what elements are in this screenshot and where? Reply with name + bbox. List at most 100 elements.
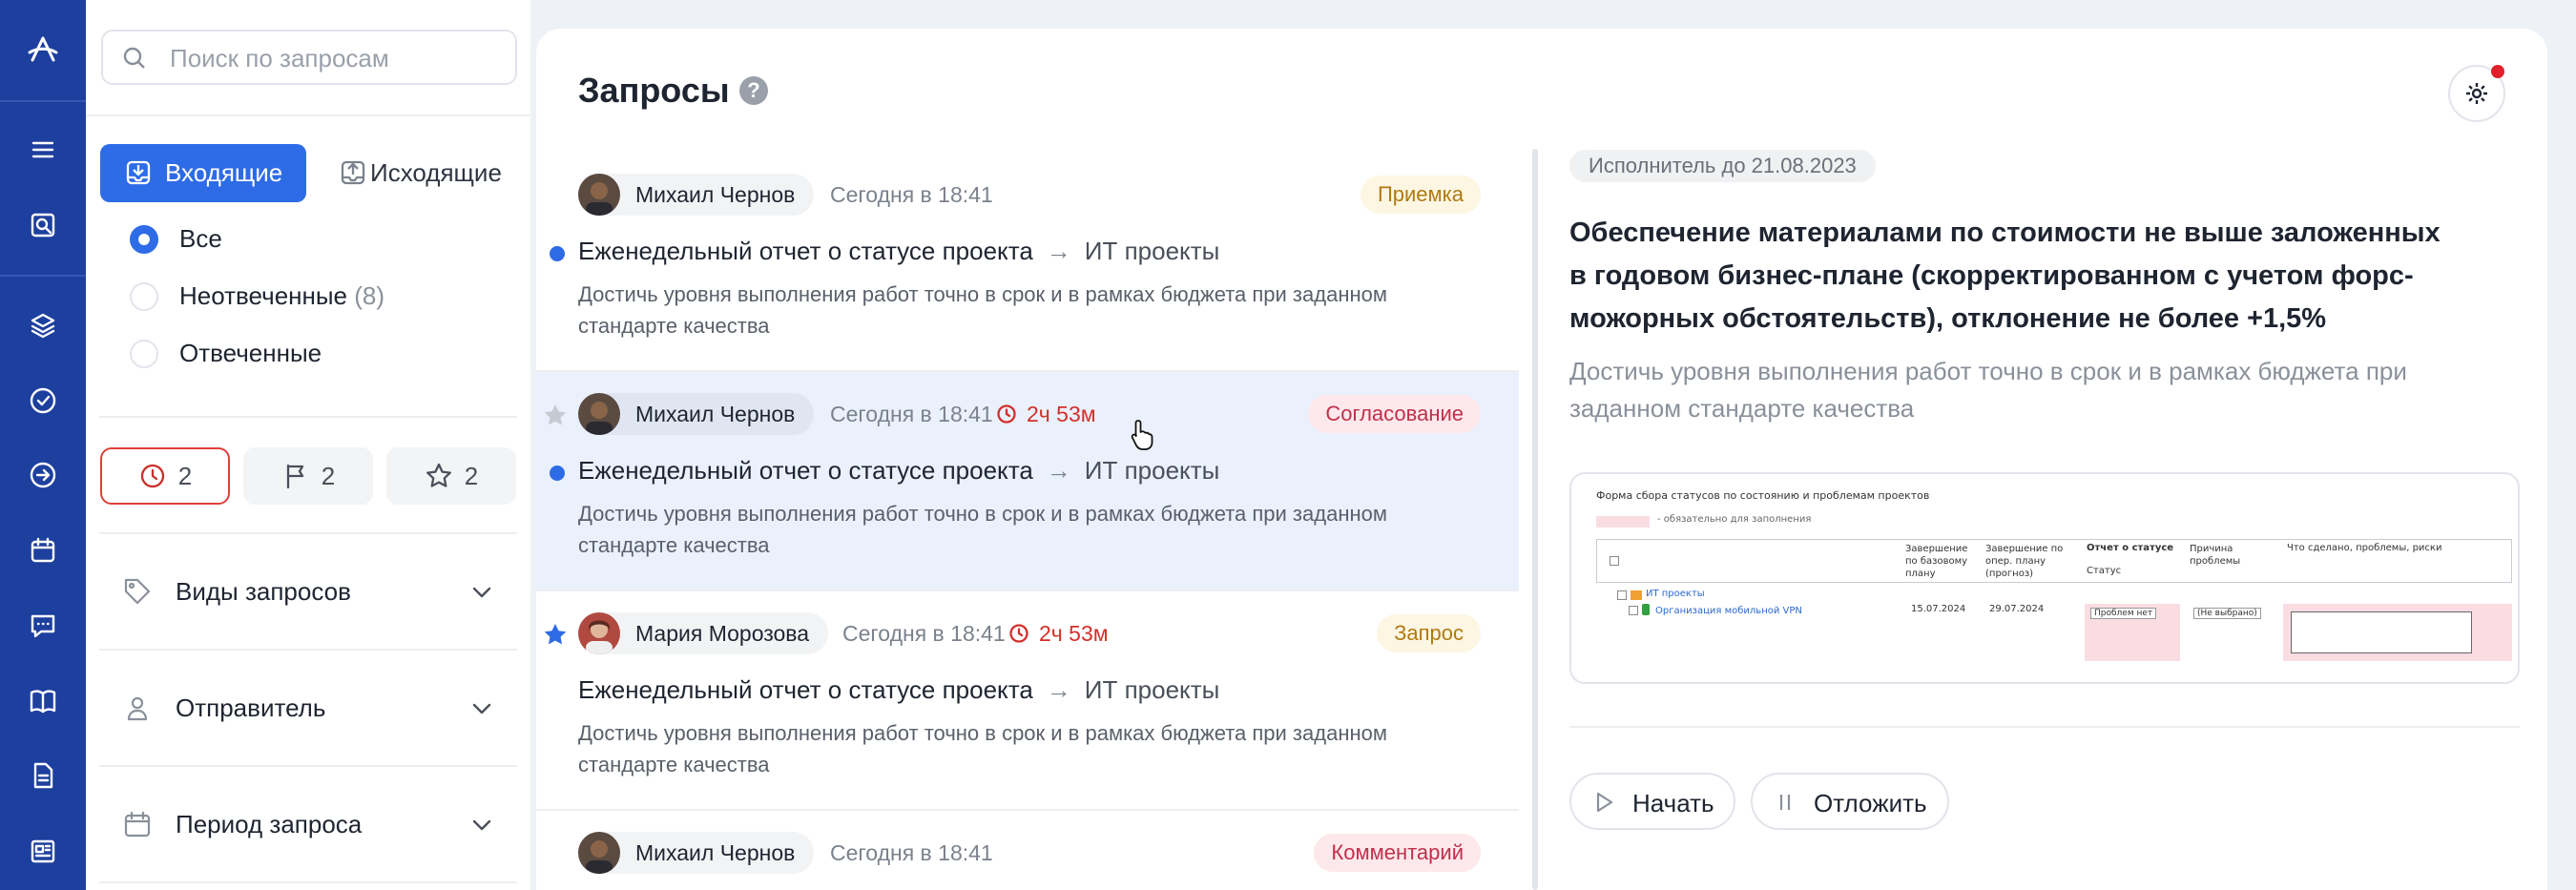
col-plan: Завершение по базовому плану bbox=[1905, 544, 1968, 579]
project-name: ИТ проекты bbox=[1084, 237, 1220, 265]
request-item-selected[interactable]: Михаил Чернов Сегодня в 18:41 2ч 53м Сог… bbox=[536, 372, 1519, 591]
request-subject-text: Еженедельный отчет о статусе проекта bbox=[578, 456, 1033, 485]
filter-request-types-label: Виды запросов bbox=[176, 577, 351, 606]
request-item[interactable]: Михаил Чернов Сегодня в 18:41 Комментари… bbox=[536, 811, 1519, 890]
chevron-down-icon bbox=[472, 703, 491, 714]
radio-answered-indicator[interactable] bbox=[130, 340, 158, 368]
detail-description: Достичь уровня выполнения работ точно в … bbox=[1569, 357, 2407, 423]
help-icon[interactable]: ? bbox=[739, 76, 768, 105]
preview-title: Форма сбора статусов по состоянию и проб… bbox=[1596, 489, 1930, 502]
attachment-preview[interactable]: Форма сбора статусов по состоянию и проб… bbox=[1569, 472, 2520, 684]
detail-title: Обеспечение материалами по стоимости не … bbox=[1569, 217, 2441, 334]
inbox-icon bbox=[126, 160, 151, 185]
col-report: Отчет о статусе bbox=[2087, 543, 2174, 553]
logo-icon[interactable] bbox=[21, 28, 65, 72]
search-input[interactable]: Поиск по запросам bbox=[101, 30, 517, 85]
request-subject-text: Еженедельный отчет о статусе проекта bbox=[578, 675, 1033, 704]
filter-panel bbox=[86, 0, 530, 890]
star-filled-icon[interactable] bbox=[542, 622, 569, 649]
news-icon[interactable] bbox=[21, 829, 65, 873]
notification-dot bbox=[2491, 65, 2504, 78]
tag-icon bbox=[124, 578, 151, 605]
filter-sender-label: Отправитель bbox=[176, 693, 326, 722]
filter-sender[interactable]: Отправитель bbox=[122, 689, 504, 727]
filter-request-types[interactable]: Виды запросов bbox=[122, 572, 504, 611]
preview-textarea bbox=[2291, 611, 2472, 653]
tab-incoming[interactable]: Входящие bbox=[100, 144, 306, 202]
filter-period-label: Период запроса bbox=[176, 810, 363, 838]
menu-icon[interactable] bbox=[21, 128, 65, 172]
avatar bbox=[578, 612, 620, 654]
flag-filter-chip[interactable]: 2 bbox=[243, 447, 373, 505]
search-doc-icon[interactable] bbox=[21, 203, 65, 247]
hand-cursor-icon bbox=[1131, 420, 1153, 450]
deadline-timer: 2ч 53м bbox=[996, 393, 1096, 435]
col-status: Статус bbox=[2087, 566, 2122, 576]
request-description: Достичь уровня выполнения работ точно в … bbox=[578, 721, 1387, 776]
chevron-down-icon bbox=[472, 819, 491, 831]
check-circle-icon[interactable] bbox=[21, 379, 65, 423]
overdue-count: 2 bbox=[177, 461, 193, 490]
preview-legend: - обязательно для заполнения bbox=[1657, 514, 1812, 525]
star-filter-chip[interactable]: 2 bbox=[386, 447, 516, 505]
page-title: Запросы bbox=[578, 71, 730, 110]
flag-icon bbox=[286, 464, 303, 489]
clock-icon bbox=[1009, 624, 1028, 643]
request-subject: Еженедельный отчет о статусе проекта → ИТ … bbox=[578, 456, 1219, 486]
layers-icon[interactable] bbox=[21, 303, 65, 347]
tab-outgoing[interactable]: Исходящие bbox=[315, 144, 511, 202]
clock-icon bbox=[997, 404, 1016, 424]
star-icon[interactable] bbox=[542, 403, 569, 429]
chevron-down-icon bbox=[472, 587, 491, 598]
checkbox-icon bbox=[1629, 606, 1638, 615]
col-done: Что сделано, проблемы, риски bbox=[2287, 543, 2442, 553]
outbox-icon bbox=[341, 160, 365, 185]
calendar-icon[interactable] bbox=[21, 528, 65, 572]
settings-button[interactable] bbox=[2448, 65, 2505, 122]
overdue-filter-chip[interactable]: 2 bbox=[100, 447, 230, 505]
request-time: Сегодня в 18:41 bbox=[830, 402, 993, 426]
radio-answered-label: Отвеченные bbox=[179, 339, 322, 367]
avatar bbox=[578, 393, 620, 435]
preview-status-select: Проблем нет bbox=[2090, 608, 2157, 619]
book-icon[interactable] bbox=[21, 679, 65, 723]
preview-row-name: Организация мобильной VPN bbox=[1655, 606, 1802, 616]
request-subject-text: Еженедельный отчет о статусе проекта bbox=[578, 237, 1033, 265]
project-name: ИТ проекты bbox=[1084, 456, 1220, 485]
radio-unanswered-label: Неотвеченные bbox=[179, 281, 348, 310]
executor-deadline: Исполнитель до 21.08.2023 bbox=[1569, 150, 1876, 182]
radio-all-indicator[interactable] bbox=[130, 225, 158, 254]
db-icon bbox=[1642, 604, 1650, 615]
postpone-button-label: Отложить bbox=[1814, 789, 1927, 818]
chat-icon[interactable] bbox=[21, 604, 65, 648]
request-item[interactable]: Михаил Чернов Сегодня в 18:41 Приемка Еж… bbox=[536, 153, 1519, 372]
request-time: Сегодня в 18:41 bbox=[830, 840, 993, 865]
deadline-timer: 2ч 53м bbox=[1008, 612, 1109, 654]
star-count: 2 bbox=[464, 461, 479, 490]
col-oper: Завершение по опер. плану (прогноз) bbox=[1985, 544, 2064, 579]
arrow-icon: → bbox=[1046, 237, 1071, 265]
search-placeholder: Поиск по запросам bbox=[170, 44, 389, 72]
arrow-icon: → bbox=[1046, 456, 1071, 485]
tab-incoming-label: Входящие bbox=[165, 158, 283, 187]
status-badge: Согласование bbox=[1308, 395, 1481, 433]
postpone-button[interactable]: Отложить bbox=[1751, 773, 1949, 830]
arrow-icon: → bbox=[1046, 675, 1071, 704]
arrow-circle-icon[interactable] bbox=[21, 453, 65, 497]
preview-group: ИТ проекты bbox=[1646, 589, 1705, 599]
folder-icon bbox=[1631, 590, 1642, 600]
request-item[interactable]: Мария Морозова Сегодня в 18:41 2ч 53м За… bbox=[536, 591, 1519, 811]
clock-icon bbox=[140, 464, 164, 488]
gear-icon bbox=[2466, 83, 2487, 104]
radio-unanswered-indicator[interactable] bbox=[130, 282, 158, 311]
radio-all-label: Все bbox=[179, 224, 222, 253]
list-scrollbar[interactable] bbox=[1532, 149, 1538, 890]
checkbox-icon bbox=[1617, 590, 1627, 600]
project-name: ИТ проекты bbox=[1084, 675, 1220, 704]
filter-period[interactable]: Период запроса bbox=[122, 805, 504, 843]
document-icon[interactable] bbox=[21, 754, 65, 797]
request-description: Достичь уровня выполнения работ точно в … bbox=[578, 502, 1387, 557]
start-button-label: Начать bbox=[1632, 789, 1714, 818]
preview-row-oper: 29.07.2024 bbox=[1989, 604, 2045, 614]
start-button[interactable]: Начать bbox=[1569, 773, 1735, 830]
